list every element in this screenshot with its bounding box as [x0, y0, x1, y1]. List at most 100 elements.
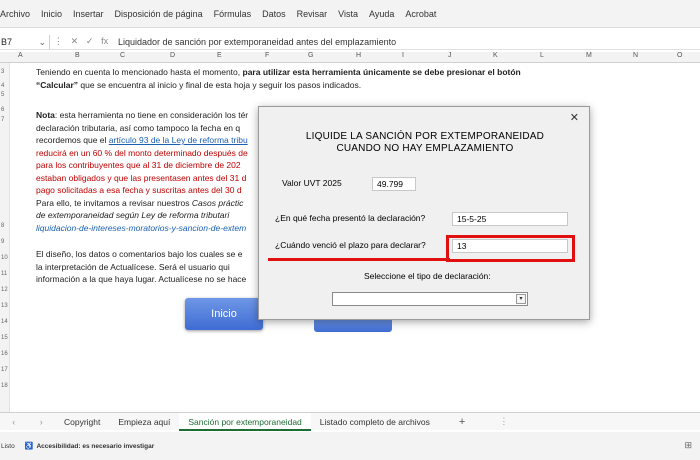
- note-red-line: reducirá en un 60 % del monto determinad…: [36, 147, 248, 158]
- filing-date-field[interactable]: 15-5-25: [452, 212, 568, 226]
- more-icon[interactable]: ⋮: [499, 416, 508, 427]
- prev-sheet-icon[interactable]: ‹: [12, 417, 15, 427]
- disclaimer-line: la interpretación de Actualícese. Será e…: [36, 261, 230, 272]
- row-number[interactable]: 9: [1, 239, 4, 245]
- column-header[interactable]: J: [448, 52, 452, 59]
- column-header[interactable]: E: [217, 52, 222, 59]
- normal-view-icon[interactable]: ⊞: [684, 440, 692, 451]
- next-sheet-icon[interactable]: ›: [40, 417, 43, 427]
- column-header[interactable]: N: [633, 52, 638, 59]
- tab-empieza-aqui[interactable]: Empieza aquí: [109, 413, 179, 431]
- row-headers: 3 4 5 6 7 8 9 10 11 12 13 14 15 16 17 18: [0, 63, 10, 413]
- uvt-label: Valor UVT 2025: [282, 178, 342, 188]
- note-red-line: pago solicitadas a esa fecha y suscritas…: [36, 185, 242, 195]
- column-header[interactable]: O: [677, 52, 682, 59]
- row-number[interactable]: 10: [1, 255, 8, 261]
- row-number[interactable]: 7: [1, 117, 4, 123]
- menu-acrobat[interactable]: Acrobat: [405, 9, 436, 19]
- column-header[interactable]: K: [493, 52, 498, 59]
- highlight-box: [446, 235, 575, 262]
- row-number[interactable]: 11: [1, 271, 7, 277]
- intro-paragraph: Teniendo en cuenta lo mencionado hasta e…: [36, 66, 536, 91]
- menu-revisar[interactable]: Revisar: [297, 9, 328, 19]
- column-header[interactable]: I: [402, 52, 404, 59]
- cases-link[interactable]: liquidacion-de-intereses-moratorios-y-sa…: [36, 223, 246, 233]
- close-icon[interactable]: ✕: [570, 111, 579, 124]
- tab-copyright[interactable]: Copyright: [55, 413, 109, 431]
- column-header[interactable]: C: [120, 52, 125, 59]
- status-ready: Listo: [1, 442, 15, 450]
- menu-disposicion[interactable]: Disposición de página: [115, 9, 203, 19]
- column-header[interactable]: M: [586, 52, 592, 59]
- row-number[interactable]: 6: [1, 107, 4, 113]
- column-header[interactable]: H: [356, 52, 361, 59]
- calcular-button[interactable]: [314, 318, 392, 332]
- uvt-field[interactable]: 49.799: [372, 177, 416, 191]
- tab-sancion[interactable]: Sanción por extemporaneidad: [179, 412, 311, 431]
- menu-archivo[interactable]: Archivo: [0, 9, 30, 19]
- sheet-tabs: ‹ › Copyright Empieza aquí Sanción por e…: [0, 412, 700, 431]
- chevron-down-icon[interactable]: ⌄: [38, 35, 46, 49]
- tab-listado[interactable]: Listado completo de archivos: [311, 413, 439, 431]
- declaration-type-label: Seleccione el tipo de declaración:: [364, 271, 491, 281]
- row-number[interactable]: 17: [1, 367, 8, 373]
- formula-icons: ⋮ ✕ ✓ fx: [50, 36, 112, 47]
- menu-inicio[interactable]: Inicio: [41, 9, 62, 19]
- note-line: declaración tributaria, así como tampoco…: [36, 122, 241, 133]
- highlight-underline: [268, 258, 450, 261]
- inicio-button[interactable]: Inicio: [185, 298, 263, 330]
- intro-tail: que se encuentra al inicio y final de es…: [78, 79, 362, 90]
- note-label: Nota: [36, 110, 55, 120]
- column-headers: A B C D E F G H I J K L M N O: [0, 52, 700, 63]
- row-number[interactable]: 3: [1, 69, 4, 75]
- add-sheet-icon[interactable]: +: [459, 416, 465, 428]
- article-link[interactable]: artículo 93 de la Ley de reforma tribu: [109, 135, 248, 145]
- menu-insertar[interactable]: Insertar: [73, 9, 104, 19]
- note-text: : esta herramienta no tiene en considera…: [54, 110, 249, 120]
- note-italic: Casos práctic: [191, 197, 244, 208]
- cell-reference: B7: [1, 36, 13, 47]
- note-red-line: para los contribuyentes que al 31 de dic…: [36, 160, 241, 170]
- disclaimer-line: El diseño, los datos o comentarios bajo …: [36, 249, 243, 259]
- column-header[interactable]: F: [265, 52, 269, 59]
- column-header[interactable]: G: [308, 52, 313, 59]
- more-icon: ⋮: [53, 36, 63, 46]
- note-line: Para ello, te invitamos a revisar nuestr…: [36, 197, 192, 208]
- column-header[interactable]: A: [18, 52, 23, 59]
- column-header[interactable]: D: [170, 52, 175, 59]
- cancel-icon[interactable]: ✕: [71, 36, 79, 47]
- row-number[interactable]: 15: [1, 335, 8, 341]
- row-number[interactable]: 12: [1, 287, 8, 293]
- deadline-label: ¿Cuándo venció el plazo para declarar?: [275, 240, 426, 250]
- menu-vista[interactable]: Vista: [338, 9, 358, 19]
- declaration-type-select[interactable]: ▾: [332, 292, 528, 306]
- name-box[interactable]: B7 ⌄: [0, 34, 50, 49]
- row-number[interactable]: 4: [1, 83, 4, 89]
- column-header[interactable]: B: [75, 52, 80, 59]
- row-number[interactable]: 16: [1, 351, 8, 357]
- menu-formulas[interactable]: Fórmulas: [214, 9, 252, 19]
- row-number[interactable]: 18: [1, 383, 8, 389]
- formula-bar: B7 ⌄ ⋮ ✕ ✓ fx Liquidador de sanción por …: [0, 34, 700, 50]
- accessibility-status[interactable]: Accesibilidad: es necesario investigar: [36, 443, 154, 450]
- status-bar: Listo ♿ Accesibilidad: es necesario inve…: [0, 432, 700, 460]
- menu-ayuda[interactable]: Ayuda: [369, 9, 394, 19]
- row-number[interactable]: 8: [1, 223, 4, 229]
- dialog-title: LIQUIDE LA SANCIÓN POR EXTEMPORANEIDAD C…: [259, 131, 591, 155]
- menu-datos[interactable]: Datos: [262, 9, 286, 19]
- tab-nav: ‹ ›: [0, 417, 55, 427]
- dialog-title-line: LIQUIDE LA SANCIÓN POR EXTEMPORANEIDAD: [305, 131, 545, 142]
- intro-text: Teniendo en cuenta lo mencionado hasta e…: [36, 67, 243, 77]
- function-icon[interactable]: fx: [101, 36, 108, 47]
- filing-date-label: ¿En qué fecha presentó la declaración?: [275, 213, 426, 223]
- note-red-line: estaban obligados y que las presentasen …: [36, 172, 247, 183]
- column-header[interactable]: L: [540, 52, 544, 59]
- chevron-down-icon[interactable]: ▾: [516, 294, 526, 304]
- formula-content[interactable]: Liquidador de sanción por extemporaneida…: [112, 37, 396, 47]
- row-number[interactable]: 13: [1, 303, 8, 309]
- row-number[interactable]: 5: [1, 92, 4, 98]
- row-number[interactable]: 14: [1, 319, 8, 325]
- note-line: recordemos que el: [36, 135, 109, 145]
- disclaimer-line: información a la que haya lugar. Actualí…: [36, 274, 247, 284]
- confirm-icon[interactable]: ✓: [86, 36, 94, 47]
